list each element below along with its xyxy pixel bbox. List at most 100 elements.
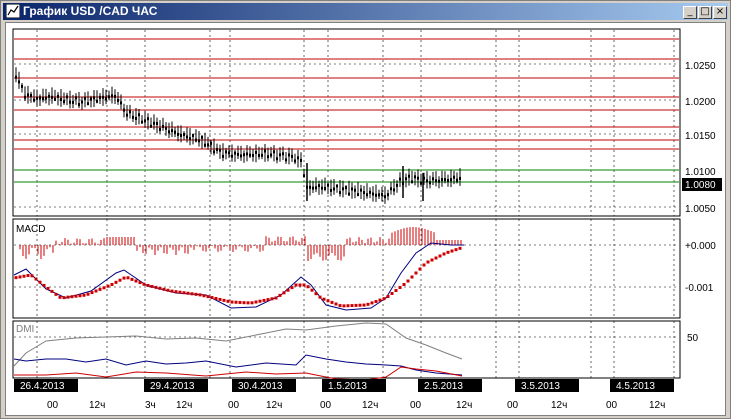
chart-window: График USD /CAD ЧАС _ □ × 1.0250 1.0200 … xyxy=(0,0,731,419)
candle-body xyxy=(183,133,185,137)
minimize-button[interactable]: _ xyxy=(683,6,697,19)
macd-signal-dot xyxy=(370,301,374,305)
macd-signal-dot xyxy=(402,283,406,286)
candle-body xyxy=(330,188,332,192)
candle-body xyxy=(63,100,65,104)
macd-signal-dot xyxy=(446,250,450,254)
candle-body xyxy=(81,100,83,104)
candle-body xyxy=(444,178,446,182)
macd-signal-dot xyxy=(170,289,174,293)
price-axis-label: 1.0200 xyxy=(685,97,716,108)
dmi-axis-label: 50 xyxy=(687,333,699,344)
macd-signal-dot xyxy=(386,295,390,298)
candle-body xyxy=(213,150,215,154)
macd-signal-dot xyxy=(26,274,30,278)
hour-label: 00 xyxy=(228,400,240,411)
macd-signal-dot xyxy=(106,284,110,288)
hour-label: 00 xyxy=(507,400,519,411)
candle-body xyxy=(186,135,188,139)
hour-label: 00 xyxy=(47,400,59,411)
candle-body xyxy=(231,154,233,158)
hour-label: 00 xyxy=(606,400,618,411)
candle-body xyxy=(417,176,419,180)
chart-area[interactable]: 1.0250 1.0200 1.0150 1.0100 1.0050 1.008… xyxy=(5,22,726,416)
candle-body xyxy=(24,95,26,99)
candle-body xyxy=(342,187,344,191)
candle-body xyxy=(18,80,20,84)
macd-signal-dot xyxy=(154,285,158,289)
candle-body xyxy=(87,102,89,106)
candle-body xyxy=(210,141,212,145)
candle-body xyxy=(69,100,71,104)
candle-body xyxy=(381,192,383,196)
hour-label: 00 xyxy=(320,400,332,411)
candle-body xyxy=(312,186,314,190)
macd-signal-dot xyxy=(142,282,146,286)
candle-body xyxy=(333,187,335,191)
date-label: 1.5.2013 xyxy=(328,381,367,392)
macd-signal-dot xyxy=(134,279,138,283)
macd-signal-dot xyxy=(310,288,314,292)
macd-signal-dot xyxy=(254,300,258,304)
candle-body xyxy=(168,130,170,134)
macd-signal-dot xyxy=(294,283,298,287)
macd-signal-dot xyxy=(322,297,326,301)
macd-signal-dot xyxy=(178,290,182,294)
macd-signal-dot xyxy=(274,296,278,300)
macd-signal-dot xyxy=(50,289,54,293)
title-bar[interactable]: График USD /CAD ЧАС _ □ × xyxy=(3,3,728,20)
candle-body xyxy=(357,193,359,197)
candle-body xyxy=(282,152,284,156)
chart-canvas[interactable]: 1.0250 1.0200 1.0150 1.0100 1.0050 1.008… xyxy=(6,23,727,417)
candle-body xyxy=(90,97,92,101)
candle-body xyxy=(195,138,197,142)
candle-body xyxy=(438,179,440,183)
macd-signal-dot xyxy=(358,303,362,307)
hour-label: 12ч xyxy=(649,400,665,411)
close-button[interactable]: × xyxy=(713,6,727,19)
candle-body xyxy=(411,180,413,184)
candle-body xyxy=(132,115,134,119)
candle-body xyxy=(435,179,437,183)
candle-body xyxy=(30,93,32,97)
macd-signal-dot xyxy=(70,295,74,299)
macd-signal-dot xyxy=(258,299,262,303)
macd-signal-dot xyxy=(262,298,266,302)
hour-label: 12ч xyxy=(89,400,105,411)
dmi-panel xyxy=(12,320,681,379)
candle-body xyxy=(144,119,146,123)
macd-signal-dot xyxy=(306,285,310,289)
macd-signal-dot xyxy=(78,294,82,298)
macd-signal-dot xyxy=(102,286,106,290)
candle-body xyxy=(456,178,458,182)
candle-body xyxy=(324,186,326,190)
date-label: 4.5.2013 xyxy=(616,381,655,392)
candle-body xyxy=(345,186,347,190)
date-label: 3.5.2013 xyxy=(521,381,560,392)
macd-signal-dot xyxy=(14,276,18,280)
macd-signal-dot xyxy=(338,304,342,308)
macd-signal-dot xyxy=(114,280,118,284)
macd-signal-dot xyxy=(298,283,302,287)
candle-body xyxy=(108,95,110,99)
macd-signal-dot xyxy=(174,290,178,294)
maximize-button[interactable]: □ xyxy=(698,6,712,19)
macd-signal-dot xyxy=(330,300,334,304)
hour-label: 12ч xyxy=(456,400,472,411)
candle-body xyxy=(27,93,29,97)
candle-body xyxy=(234,151,236,155)
candle-body xyxy=(21,84,23,88)
candle-body xyxy=(303,174,305,178)
candle-body xyxy=(162,124,164,128)
candle-body xyxy=(66,95,68,99)
hour-label: 12ч xyxy=(266,400,282,411)
date-label: 26.4.2013 xyxy=(20,381,65,392)
candle-body xyxy=(192,134,194,138)
candle-body xyxy=(204,143,206,147)
macd-signal-dot xyxy=(98,287,102,291)
time-axis: 26.4.2013 29.4.2013 30.4.2013 1.5.2013 2.5.2… xyxy=(14,379,674,411)
candle-body xyxy=(93,96,95,100)
hour-label: 12ч xyxy=(551,400,567,411)
macd-signal-dot xyxy=(158,286,162,290)
candle-body xyxy=(147,117,149,121)
